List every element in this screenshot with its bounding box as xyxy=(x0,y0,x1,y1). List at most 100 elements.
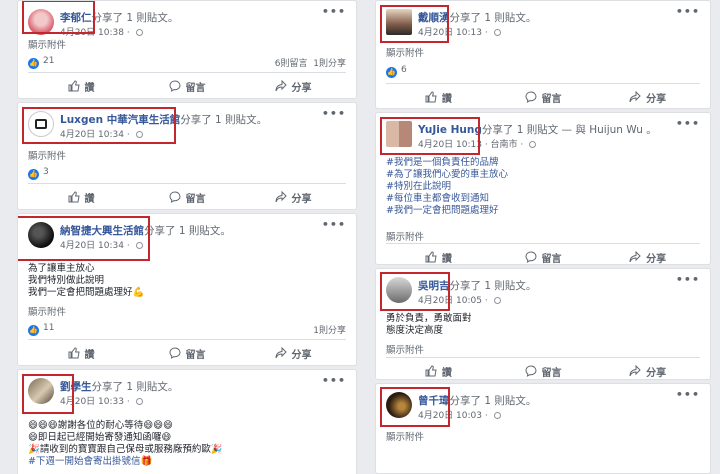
more-icon[interactable]: ••• xyxy=(676,273,700,286)
more-icon[interactable]: ••• xyxy=(322,107,346,120)
more-icon[interactable]: ••• xyxy=(676,5,700,18)
shared-text: 分享了 1 則貼文。 xyxy=(449,395,537,407)
more-icon[interactable]: ••• xyxy=(322,5,346,18)
action-bar: 讚 留言 分享 xyxy=(28,187,346,207)
share-button[interactable]: 分享 xyxy=(240,76,346,96)
hashtag-line[interactable]: #每位車主都會收到通知 xyxy=(386,193,508,205)
like-icon xyxy=(68,347,80,359)
comment-button[interactable]: 留言 xyxy=(491,247,596,264)
more-icon[interactable]: ••• xyxy=(676,117,700,130)
post-card: 曾千瑋分享了 1 則貼文。 4月20日 10:03 · ••• 顯示附件 xyxy=(375,383,711,474)
share-count[interactable]: 1則分享 xyxy=(313,59,346,69)
like-icon xyxy=(68,80,80,92)
more-icon[interactable]: ••• xyxy=(676,388,700,401)
highlight-box xyxy=(22,107,176,144)
share-button[interactable]: 分享 xyxy=(240,187,346,207)
like-icon: 👍 xyxy=(28,325,39,336)
share-count[interactable]: 1則分享 xyxy=(313,326,346,336)
like-button[interactable]: 讚 xyxy=(28,187,134,207)
show-attachment-link[interactable]: 顯示附件 xyxy=(386,229,424,243)
post-text: 為了讓車主放心 我們特別做此說明 我們一定會把問題處理好💪 xyxy=(28,263,144,299)
globe-icon xyxy=(135,398,143,405)
post-text-line: 我們特別做此說明 xyxy=(28,275,105,286)
share-icon xyxy=(275,80,287,92)
like-icon: 👍 xyxy=(28,58,39,69)
post-text-line: 😄😄😄謝謝各位的耐心等待😄😄😄 xyxy=(28,420,173,431)
comment-icon xyxy=(524,365,537,377)
show-attachment-link[interactable]: 顯示附件 xyxy=(386,429,424,443)
shared-text: 分享了 1 則貼文。 xyxy=(449,280,537,292)
highlight-box xyxy=(18,216,150,261)
post-card: 劉學生分享了 1 則貼文。 4月20日 10:33 · ••• 😄😄😄謝謝各位的… xyxy=(17,369,357,474)
like-icon: 👍 xyxy=(386,67,397,78)
comment-button[interactable]: 留言 xyxy=(134,187,240,207)
more-icon[interactable]: ••• xyxy=(322,374,346,387)
like-button[interactable]: 讚 xyxy=(386,361,491,379)
highlight-box xyxy=(380,5,449,43)
show-attachment-link[interactable]: 顯示附件 xyxy=(28,148,66,162)
like-icon: 👍 xyxy=(28,169,39,180)
share-button[interactable]: 分享 xyxy=(595,87,700,107)
share-button[interactable]: 分享 xyxy=(240,343,346,363)
share-button[interactable]: 分享 xyxy=(595,361,700,379)
comment-button[interactable]: 留言 xyxy=(491,87,596,107)
post-card: 吳明吉分享了 1 則貼文。 4月20日 10:05 · ••• 勇於負責，勇敢面… xyxy=(375,268,711,380)
globe-icon xyxy=(493,297,501,304)
shared-text: 分享了 1 則貼文。 xyxy=(91,381,179,393)
reaction-count[interactable]: 👍 3 xyxy=(28,167,49,180)
comment-button[interactable]: 留言 xyxy=(134,76,240,96)
comment-icon xyxy=(168,191,181,203)
reaction-count[interactable]: 👍 6 xyxy=(386,65,407,78)
action-bar: 讚 留言 分享 xyxy=(386,247,700,264)
hashtag-line[interactable]: #下週一開始會寄出掛號信🎁 xyxy=(28,456,223,468)
show-attachment-link[interactable]: 顯示附件 xyxy=(28,37,66,51)
post-text: 😄😄😄謝謝各位的耐心等待😄😄😄 😄即日起已經開始寄發通知函囉😄 🎉請收到的寶寶跟… xyxy=(28,420,223,468)
globe-icon xyxy=(135,29,143,36)
post-text-line: 😄即日起已經開始寄發通知函囉😄 xyxy=(28,432,172,443)
post-card: Luxgen 中華汽車生活館分享了 1 則貼文。 4月20日 10:34 · •… xyxy=(17,102,357,210)
highlight-box xyxy=(380,117,480,155)
divider xyxy=(28,183,346,184)
action-bar: 讚 留言 分享 xyxy=(28,343,346,363)
like-button[interactable]: 讚 xyxy=(28,343,134,363)
post-text: #我們是一個負責任的品牌 #為了讓我們心愛的車主放心 #特別在此說明 #每位車主… xyxy=(386,157,508,217)
shared-text: 分享了 1 則貼文。 xyxy=(449,12,537,24)
share-button[interactable]: 分享 xyxy=(595,247,700,264)
show-attachment-link[interactable]: 顯示附件 xyxy=(386,45,424,59)
globe-icon xyxy=(529,141,537,148)
share-icon xyxy=(629,251,641,263)
highlight-box xyxy=(380,387,450,427)
action-bar: 讚 留言 分享 xyxy=(386,87,700,107)
post-card: 納智捷大興生活館分享了 1 則貼文。 4月20日 10:34 · ••• 為了讓… xyxy=(17,213,357,366)
hashtag-line[interactable]: #我們是一個負責任的品牌 xyxy=(386,157,508,169)
like-button[interactable]: 讚 xyxy=(386,247,491,264)
show-attachment-link[interactable]: 顯示附件 xyxy=(386,342,424,356)
post-card: YuJie Hung分享了 1 則貼文 — 與 Huijun Wu 。 4月20… xyxy=(375,112,711,265)
post-text-line: 勇於負責，勇敢面對 xyxy=(386,313,472,324)
hashtag-line[interactable]: #特別在此說明 xyxy=(386,181,508,193)
post-text-line: 🎉請收到的寶寶跟自己保母或服務廠預約歐🎉 xyxy=(28,444,223,455)
like-button[interactable]: 讚 xyxy=(386,87,491,107)
hashtag-line[interactable]: #我們一定會把問題處理好 xyxy=(386,205,508,217)
like-icon xyxy=(425,365,437,377)
comment-button[interactable]: 留言 xyxy=(491,361,596,379)
shared-text: 分享了 1 則貼文。 xyxy=(180,114,268,126)
more-icon[interactable]: ••• xyxy=(322,218,346,231)
post-stats: 6則留言 1則分享 xyxy=(275,56,346,69)
divider xyxy=(28,339,346,340)
reaction-count[interactable]: 👍 11 xyxy=(28,323,54,336)
like-button[interactable]: 讚 xyxy=(28,76,134,96)
comment-button[interactable]: 留言 xyxy=(134,343,240,363)
reaction-count[interactable]: 👍 21 xyxy=(28,56,54,69)
post-text-line: 我們一定會把問題處理好💪 xyxy=(28,287,145,298)
comment-icon xyxy=(168,347,181,359)
post-text-line: 為了讓車主放心 xyxy=(28,263,95,274)
comment-count[interactable]: 6則留言 xyxy=(275,59,308,69)
action-bar: 讚 留言 分享 xyxy=(28,76,346,96)
show-attachment-link[interactable]: 顯示附件 xyxy=(28,304,66,318)
comment-icon xyxy=(524,251,537,263)
hashtag-line[interactable]: #為了讓我們心愛的車主放心 xyxy=(386,169,508,181)
like-icon xyxy=(425,91,437,103)
highlight-box xyxy=(22,1,95,34)
post-text: 勇於負責，勇敢面對 態度決定高度 xyxy=(386,313,472,337)
